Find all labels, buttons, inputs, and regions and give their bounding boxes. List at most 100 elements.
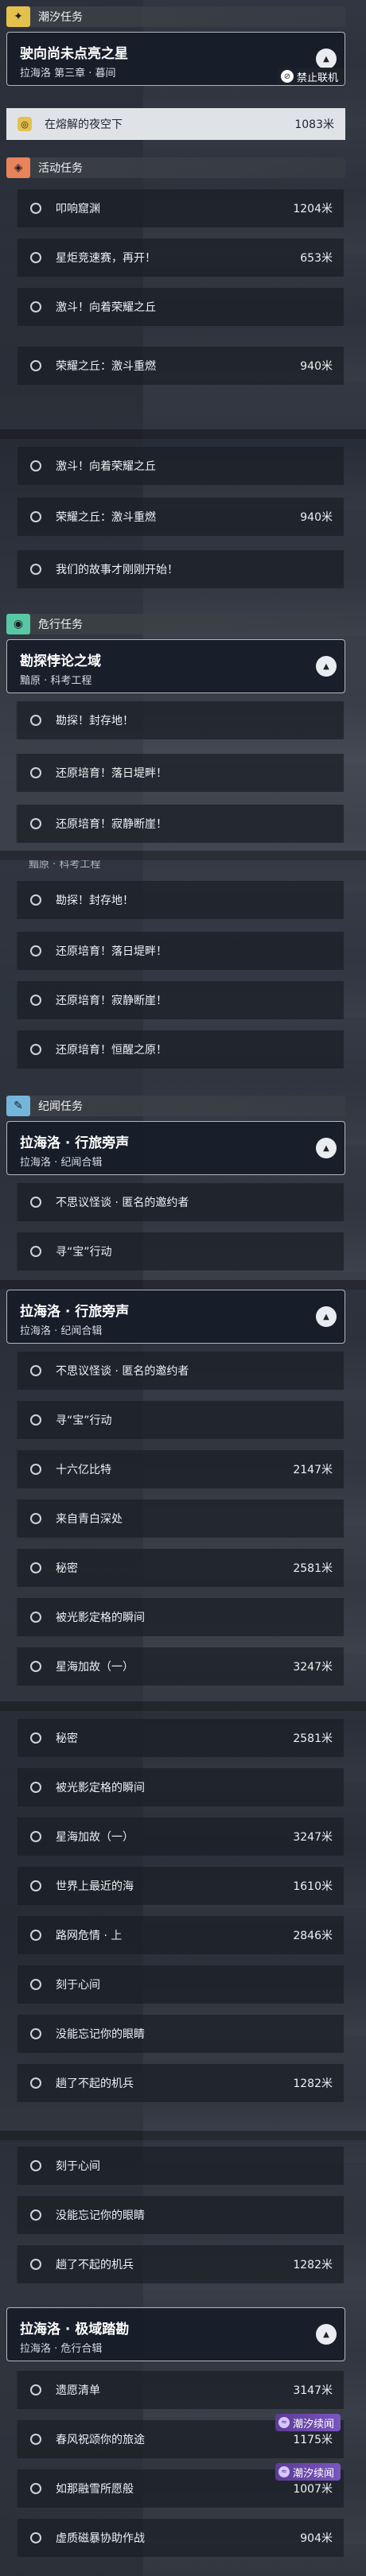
- radio-icon: [30, 1661, 41, 1672]
- list-item[interactable]: 没能忘记你的眼睛: [16, 2015, 344, 2053]
- list-item[interactable]: 来自青白深处: [16, 1499, 344, 1538]
- category-activity[interactable]: ◈ 活动任务: [6, 157, 345, 178]
- radio-icon: [30, 1612, 41, 1623]
- radio-icon: [30, 564, 41, 575]
- quest-title: 勘探悖论之域: [20, 654, 101, 669]
- quest-card-chronicle[interactable]: 拉海洛 · 行旅旁声 拉海洛 · 纪闻合辑 ▲: [6, 1121, 345, 1175]
- radio-icon: [30, 2384, 41, 2396]
- list-item[interactable]: 刻于心间: [16, 1965, 344, 2004]
- list-item[interactable]: 星海加故（一） 3247米: [16, 1647, 344, 1686]
- list-item[interactable]: 趟了不起的机兵 1282米: [16, 2245, 344, 2283]
- quest-title: 拉海洛 · 行旅旁声: [20, 1135, 130, 1151]
- list-item[interactable]: 被光影定格的瞬间: [16, 1598, 344, 1636]
- radio-icon: [30, 1782, 41, 1793]
- radio-icon: [30, 1562, 41, 1573]
- list-item[interactable]: 激斗！向着荣耀之丘: [16, 447, 344, 485]
- list-item[interactable]: 路网危情 · 上 2846米: [16, 1916, 344, 1954]
- chevron-up-icon[interactable]: ▲: [316, 48, 337, 69]
- radio-icon: [30, 2160, 41, 2171]
- list-item[interactable]: 刻于心间: [16, 2147, 344, 2185]
- list-item[interactable]: 十六亿比特 2147米: [16, 1450, 344, 1488]
- screen-6: 刻于心间 没能忘记你的眼睛 趟了不起的机兵 1282米 拉海洛 · 极域踏勘 拉…: [0, 2140, 366, 2576]
- list-item[interactable]: 虚质磁暴协助作战 904米: [16, 2519, 344, 2557]
- radio-icon: [30, 2209, 41, 2221]
- list-item[interactable]: 叩响窟渊 1204米: [16, 189, 344, 227]
- tide-followup-badge: ≈ 潮汐续闻: [274, 2414, 341, 2431]
- list-item[interactable]: 没能忘记你的眼睛: [16, 2196, 344, 2234]
- radio-icon: [30, 252, 41, 263]
- list-item[interactable]: 星海加故（一） 3247米: [16, 1818, 344, 1856]
- divider: [0, 1701, 366, 1711]
- list-item[interactable]: 不思议怪谈 · 匿名的邀约者: [16, 1352, 344, 1390]
- quest-subtitle: 拉海洛 · 危行合辑: [20, 2343, 103, 2355]
- list-item[interactable]: 荣耀之丘：激斗重燃 940米: [16, 347, 344, 385]
- radio-icon: [30, 2259, 41, 2270]
- quest-subtitle: 拉海洛 · 纪闻合辑: [20, 1325, 103, 1337]
- list-item[interactable]: 遗愿清单 3147米: [16, 2371, 344, 2409]
- list-item[interactable]: 荣耀之丘：激斗重燃 940米: [16, 498, 344, 536]
- category-tide[interactable]: ✦ 潮汐任务: [6, 6, 345, 27]
- list-item[interactable]: 还原培育！寂静断崖！: [16, 805, 344, 843]
- quest-card-danger[interactable]: 勘探悖论之域 黯原 · 科考工程 ▲: [6, 639, 345, 693]
- list-item[interactable]: 秘密 2581米: [16, 1719, 344, 1757]
- list-item[interactable]: 世界上最近的海 1610米: [16, 1867, 344, 1905]
- screen-4: 拉海洛 · 行旅旁声 拉海洛 · 纪闻合辑 ▲ 不思议怪谈 · 匿名的邀约者 寻…: [0, 1290, 366, 1701]
- eye-icon: ◉: [6, 614, 30, 634]
- pin-icon: ◎: [18, 117, 32, 131]
- quest-card-chronicle[interactable]: 拉海洛 · 行旅旁声 拉海洛 · 纪闻合辑 ▲: [6, 1290, 345, 1344]
- quest-step-active[interactable]: ◎ 在熔解的夜空下 1083米: [6, 108, 345, 140]
- list-item[interactable]: 还原培育！寂静断崖！: [16, 981, 344, 1019]
- radio-icon: [30, 301, 41, 312]
- list-item[interactable]: 还原培育！恒醒之原！: [16, 1030, 344, 1069]
- list-item[interactable]: 星炬竞速赛，再开！ 653米: [16, 239, 344, 277]
- list-item[interactable]: 勘探！封存地！: [16, 701, 344, 739]
- cut-subtitle: 黯原 · 科考工程: [29, 860, 101, 871]
- radio-icon: [30, 1246, 41, 1257]
- list-item[interactable]: 还原培育！落日堤畔！: [16, 932, 344, 970]
- radio-icon: [30, 2483, 41, 2494]
- radio-icon: [30, 894, 41, 906]
- category-title: 纪闻任务: [38, 1100, 83, 1113]
- list-item[interactable]: 还原培育！落日堤畔！: [16, 754, 344, 792]
- quest-subtitle: 黯原 · 科考工程: [20, 675, 92, 687]
- radio-icon: [30, 1979, 41, 1990]
- list-item[interactable]: 激斗！向着荣耀之丘: [16, 288, 344, 326]
- screen-3: 黯原 · 科考工程 勘探！封存地！ 还原培育！落日堤畔！ 还原培育！寂静断崖！ …: [0, 860, 366, 1280]
- quest-card-tide[interactable]: 驶向尚未点亮之星 拉海洛 第三章 · 暮间 ▲ ⊘ 禁止联机: [6, 32, 345, 86]
- list-item[interactable]: 不思议怪谈 · 匿名的邀约者: [16, 1183, 344, 1221]
- radio-icon: [30, 1044, 41, 1055]
- category-title: 潮汐任务: [38, 11, 83, 24]
- list-item[interactable]: 秘密 2581米: [16, 1549, 344, 1587]
- radio-icon: [30, 203, 41, 214]
- radio-icon: [30, 945, 41, 956]
- quest-card-danger[interactable]: 拉海洛 · 极域踏勘 拉海洛 · 危行合辑 ▲: [6, 2307, 345, 2361]
- category-title: 活动任务: [38, 162, 83, 175]
- sparkle-icon: ✦: [6, 6, 30, 27]
- list-item[interactable]: 趟了不起的机兵 1282米: [16, 2064, 344, 2102]
- chevron-up-icon[interactable]: ▲: [316, 2324, 337, 2345]
- list-item[interactable]: 勘探！封存地！: [16, 881, 344, 919]
- chevron-up-icon[interactable]: ▲: [316, 656, 337, 677]
- radio-icon: [30, 511, 41, 522]
- wave-icon: ≈: [278, 2466, 290, 2477]
- chevron-up-icon[interactable]: ▲: [316, 1306, 337, 1327]
- quest-title: 驶向尚未点亮之星: [20, 46, 128, 62]
- radio-icon: [30, 1365, 41, 1376]
- list-item[interactable]: 被光影定格的瞬间: [16, 1768, 344, 1806]
- list-item[interactable]: 春风祝颂你的旅途 1175米 ≈ 潮汐续闻: [16, 2414, 344, 2458]
- radio-icon: [30, 1880, 41, 1891]
- chevron-up-icon[interactable]: ▲: [316, 1138, 337, 1158]
- list-item[interactable]: 寻“宝”行动: [16, 1232, 344, 1271]
- list-item[interactable]: 如那融雪所愿般 1007米 ≈ 潮汐续闻: [16, 2463, 344, 2508]
- divider: [0, 429, 366, 439]
- radio-icon: [30, 1513, 41, 1524]
- radio-icon: [30, 1831, 41, 1842]
- list-item[interactable]: 寻“宝”行动: [16, 1401, 344, 1439]
- radio-icon: [30, 1464, 41, 1475]
- category-danger[interactable]: ◉ 危行任务: [6, 614, 345, 634]
- screen-2: 激斗！向着荣耀之丘 荣耀之丘：激斗重燃 940米 我们的故事才刚刚开始！ ◉ 危…: [0, 439, 366, 851]
- radio-icon: [30, 2434, 41, 2445]
- category-chronicle[interactable]: ✎ 纪闻任务: [6, 1096, 345, 1116]
- list-item[interactable]: 我们的故事才刚刚开始！: [16, 550, 344, 588]
- radio-icon: [30, 767, 41, 778]
